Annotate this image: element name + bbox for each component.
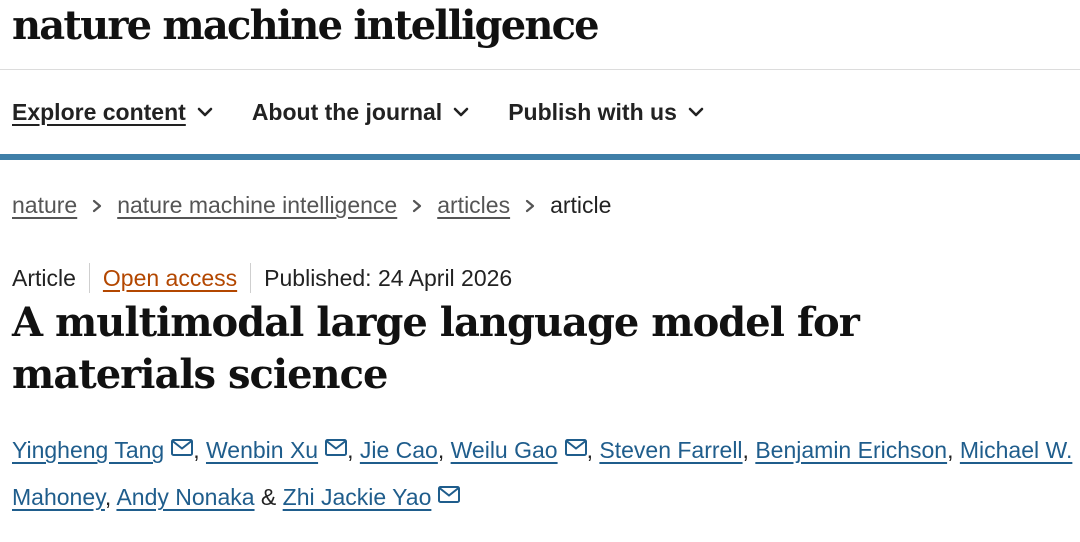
author-link[interactable]: Wenbin Xu xyxy=(206,437,318,463)
author-entry: Zhi Jackie Yao xyxy=(283,484,461,510)
author-separator: , xyxy=(347,437,360,463)
author-entry: Weilu Gao xyxy=(451,437,587,463)
author-entry: Yingheng Tang xyxy=(12,437,194,463)
breadcrumb-current: article xyxy=(550,192,612,218)
mail-icon[interactable] xyxy=(325,439,348,456)
chevron-down-icon xyxy=(197,107,213,117)
author-link[interactable]: Zhi Jackie Yao xyxy=(283,484,432,510)
breadcrumb: nature nature machine intelligence artic… xyxy=(0,192,1080,219)
author-separator: & xyxy=(254,484,283,510)
author-link[interactable]: Weilu Gao xyxy=(451,437,558,463)
article-title: A multimodal large language model for ma… xyxy=(12,299,860,398)
chevron-right-icon xyxy=(93,199,102,212)
nav-about-the-journal-label: About the journal xyxy=(251,98,443,125)
author-link[interactable]: Andy Nonaka xyxy=(116,484,254,510)
author-entry: Andy Nonaka xyxy=(116,484,254,510)
author-separator: , xyxy=(586,437,600,463)
breadcrumb-item-journal[interactable]: nature machine intelligence xyxy=(117,192,397,219)
chevron-right-icon xyxy=(413,199,422,212)
author-link[interactable]: Yingheng Tang xyxy=(12,437,164,463)
accent-bar xyxy=(0,154,1080,160)
mail-icon[interactable] xyxy=(171,439,194,456)
nav-explore-content[interactable]: Explore content xyxy=(12,99,214,126)
author-link[interactable]: Steven Farrell xyxy=(599,437,742,463)
nav-publish-with-us-label: Publish with us xyxy=(508,98,677,125)
published-date: Published: 24 April 2026 xyxy=(264,264,513,291)
author-link[interactable]: Jie Cao xyxy=(360,437,438,463)
chevron-down-icon xyxy=(453,107,469,117)
chevron-right-icon xyxy=(525,199,535,212)
site-header: nature machine intelligence xyxy=(0,0,1080,70)
author-list: Yingheng Tang, Wenbin Xu, Jie Cao, Weilu… xyxy=(12,427,1078,521)
open-access-link[interactable]: Open access xyxy=(103,265,237,292)
meta-divider xyxy=(250,263,252,293)
main-nav: Explore content About the journal Publis… xyxy=(0,70,1080,154)
mail-icon[interactable] xyxy=(564,439,587,456)
breadcrumb-item-articles[interactable]: articles xyxy=(437,192,510,219)
author-entry: Jie Cao xyxy=(360,437,438,463)
article-type: Article xyxy=(12,264,76,291)
author-entry: Steven Farrell xyxy=(599,437,742,463)
author-separator: , xyxy=(193,437,206,463)
meta-divider xyxy=(88,263,90,293)
nav-about-the-journal[interactable]: About the journal xyxy=(252,99,470,126)
author-separator: , xyxy=(947,437,960,463)
author-separator: , xyxy=(104,484,117,510)
author-separator: , xyxy=(742,437,756,463)
author-link[interactable]: Benjamin Erichson xyxy=(755,437,947,463)
article-meta: Article Open access Published: 24 April … xyxy=(0,263,1080,293)
breadcrumb-item-nature[interactable]: nature xyxy=(12,192,77,219)
nav-publish-with-us[interactable]: Publish with us xyxy=(508,99,705,126)
mail-icon[interactable] xyxy=(438,486,461,503)
page: nature machine intelligence Explore cont… xyxy=(0,0,1080,542)
author-separator: , xyxy=(437,437,451,463)
journal-logo[interactable]: nature machine intelligence xyxy=(12,0,1080,52)
author-entry: Wenbin Xu xyxy=(206,437,348,463)
nav-explore-content-label: Explore content xyxy=(12,98,186,125)
author-entry: Benjamin Erichson xyxy=(755,437,947,463)
chevron-down-icon xyxy=(688,107,704,117)
